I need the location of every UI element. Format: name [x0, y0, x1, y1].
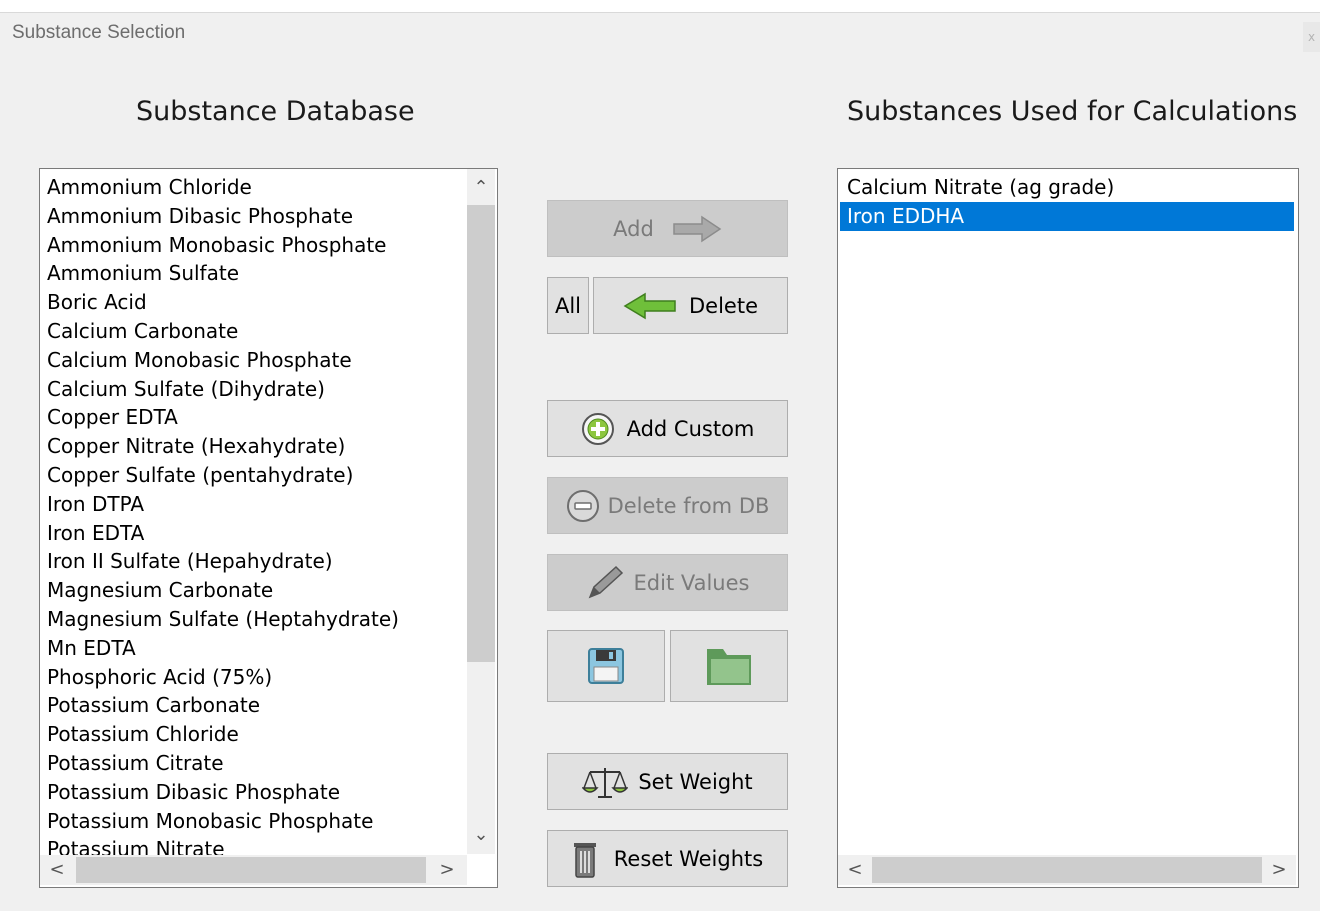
save-button[interactable] — [547, 630, 665, 702]
substances-used-list[interactable]: Calcium Nitrate (ag grade) Iron EDDHA < > — [837, 168, 1299, 888]
scroll-right-arrow-icon[interactable]: > — [1268, 859, 1290, 881]
list-item[interactable]: Calcium Sulfate (Dihydrate) — [40, 375, 466, 404]
list-item[interactable]: Potassium Monobasic Phosphate — [40, 807, 466, 836]
add-label: Add — [613, 216, 654, 241]
database-horizontal-scrollbar[interactable]: < > — [40, 855, 467, 885]
used-heading: Substances Used for Calculations — [847, 96, 1298, 127]
list-item[interactable]: Copper Sulfate (pentahydrate) — [40, 461, 466, 490]
list-item[interactable]: Ammonium Sulfate — [40, 259, 466, 288]
balance-scale-icon — [582, 767, 629, 798]
list-item[interactable]: Iron II Sulfate (Hepahydrate) — [40, 547, 466, 576]
list-item[interactable]: Iron EDTA — [40, 519, 466, 548]
database-heading: Substance Database — [136, 96, 415, 127]
list-item[interactable]: Potassium Carbonate — [40, 691, 466, 720]
pencil-icon — [588, 565, 623, 598]
set-weight-button[interactable]: Set Weight — [547, 753, 788, 810]
database-hscroll-thumb[interactable] — [76, 857, 426, 883]
list-item[interactable]: Copper Nitrate (Hexahydrate) — [40, 432, 466, 461]
folder-icon — [707, 649, 751, 685]
trash-can-icon — [573, 842, 596, 878]
edit-values-label: Edit Values — [633, 570, 750, 595]
list-item[interactable]: Calcium Nitrate (ag grade) — [840, 173, 1294, 202]
list-item[interactable]: Potassium Dibasic Phosphate — [40, 778, 466, 807]
used-horizontal-scrollbar[interactable]: < > — [838, 855, 1296, 885]
delete-from-db-label: Delete from DB — [607, 493, 770, 518]
background-window-strip — [0, 0, 1320, 13]
open-folder-button[interactable] — [670, 630, 788, 702]
window-title: Substance Selection — [12, 22, 186, 43]
list-item[interactable]: Potassium Chloride — [40, 720, 466, 749]
set-weight-label: Set Weight — [638, 769, 753, 794]
scroll-left-arrow-icon[interactable]: < — [844, 859, 866, 881]
floppy-disk-icon — [588, 648, 624, 684]
all-button[interactable]: All — [547, 277, 589, 334]
scroll-down-arrow-icon[interactable]: ⌄ — [470, 824, 492, 846]
list-item[interactable]: Mn EDTA — [40, 634, 466, 663]
delete-label: Delete — [689, 293, 758, 318]
list-item[interactable]: Ammonium Monobasic Phosphate — [40, 231, 466, 260]
delete-button[interactable]: Delete — [593, 277, 788, 334]
list-item[interactable]: Ammonium Dibasic Phosphate — [40, 202, 466, 231]
reset-weights-label: Reset Weights — [613, 846, 764, 871]
scroll-right-arrow-icon[interactable]: > — [436, 859, 458, 881]
database-vertical-scrollbar[interactable]: ⌃ ⌄ — [467, 169, 495, 854]
used-hscroll-thumb[interactable] — [872, 857, 1262, 883]
add-custom-button[interactable]: Add Custom — [547, 400, 788, 457]
database-vscroll-thumb[interactable] — [467, 205, 495, 662]
database-items: Ammonium Chloride Ammonium Dibasic Phosph… — [40, 173, 466, 864]
list-item[interactable]: Iron EDDHA — [840, 201, 1294, 231]
list-item[interactable]: Iron DTPA — [40, 490, 466, 519]
list-item[interactable]: Potassium Citrate — [40, 749, 466, 778]
list-item[interactable]: Calcium Carbonate — [40, 317, 466, 346]
arrow-right-icon — [673, 215, 722, 242]
scroll-left-arrow-icon[interactable]: < — [46, 859, 68, 881]
list-item[interactable]: Copper EDTA — [40, 403, 466, 432]
add-custom-label: Add Custom — [626, 416, 755, 441]
substance-database-list[interactable]: Ammonium Chloride Ammonium Dibasic Phosph… — [39, 168, 498, 888]
list-item[interactable]: Phosphoric Acid (75%) — [40, 663, 466, 692]
add-button[interactable]: Add — [547, 200, 788, 257]
list-item[interactable]: Magnesium Sulfate (Heptahydrate) — [40, 605, 466, 634]
edit-values-button[interactable]: Edit Values — [547, 554, 788, 611]
list-item[interactable]: Magnesium Carbonate — [40, 576, 466, 605]
close-button[interactable]: x — [1303, 22, 1320, 52]
delete-from-db-button[interactable]: Delete from DB — [547, 477, 788, 534]
used-items: Calcium Nitrate (ag grade) Iron EDDHA — [840, 173, 1294, 231]
list-item[interactable]: Ammonium Chloride — [40, 173, 466, 202]
reset-weights-button[interactable]: Reset Weights — [547, 830, 788, 887]
arrow-left-icon — [623, 292, 676, 319]
list-item[interactable]: Calcium Monobasic Phosphate — [40, 346, 466, 375]
list-item[interactable]: Boric Acid — [40, 288, 466, 317]
minus-circle-icon — [566, 489, 599, 522]
plus-circle-icon — [581, 412, 614, 445]
scroll-up-arrow-icon[interactable]: ⌃ — [470, 177, 492, 199]
